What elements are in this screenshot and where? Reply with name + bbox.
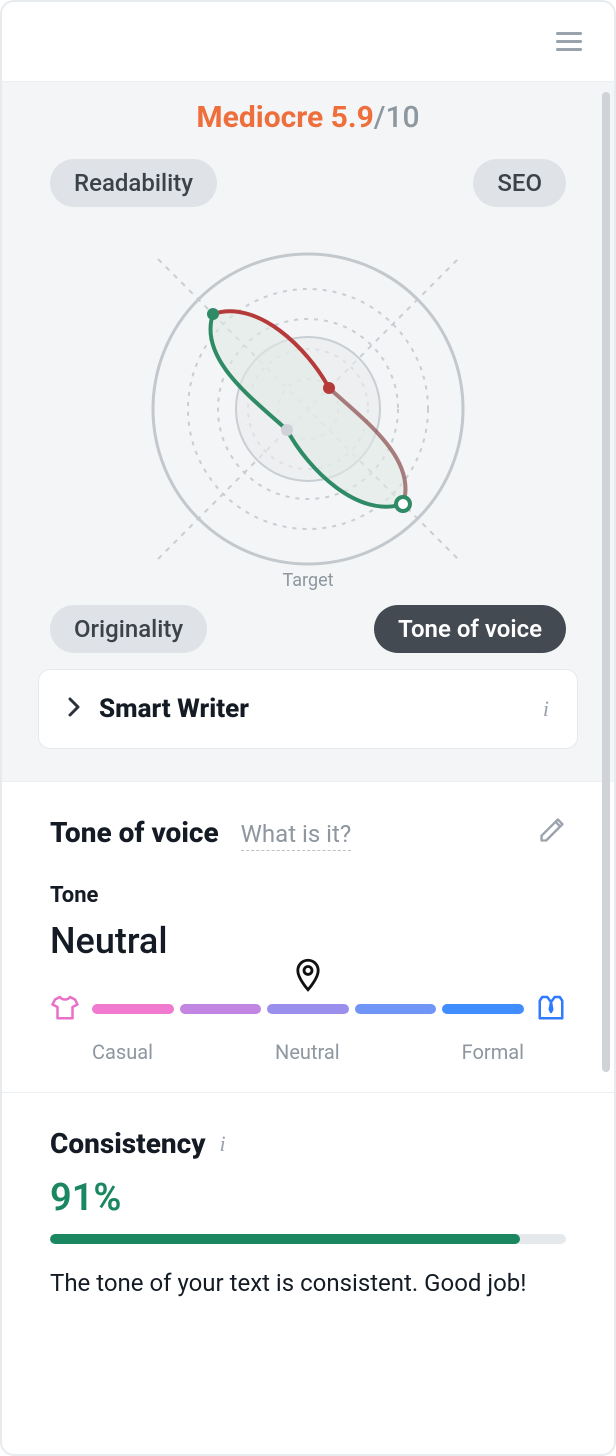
- hamburger-line: [556, 40, 582, 43]
- tone-value: Neutral: [50, 920, 566, 962]
- tshirt-icon: [50, 992, 80, 1026]
- hamburger-line: [556, 32, 582, 35]
- scrollbar[interactable]: [602, 92, 610, 1072]
- radar-target-label: Target: [282, 570, 333, 591]
- consistency-percent: 91%: [50, 1176, 566, 1220]
- tab-readability[interactable]: Readability: [50, 159, 217, 207]
- chevron-right-icon: [67, 697, 81, 722]
- info-icon[interactable]: i: [220, 1131, 226, 1157]
- formal-shirt-icon: [536, 992, 566, 1026]
- radar-chart: [128, 229, 488, 589]
- consistency-message: The tone of your text is consistent. Goo…: [50, 1266, 566, 1301]
- edit-icon[interactable]: [538, 816, 566, 848]
- score-word: Mediocre: [196, 100, 323, 135]
- hamburger-line: [556, 48, 582, 51]
- tone-scale-label-formal: Formal: [462, 1040, 524, 1064]
- section-title-tone: Tone of voice: [50, 816, 219, 849]
- consistency-bar-fill: [50, 1234, 520, 1244]
- what-is-it-link[interactable]: What is it?: [241, 820, 352, 851]
- section-title-consistency: Consistency: [50, 1127, 206, 1160]
- tab-tone-of-voice[interactable]: Tone of voice: [374, 605, 566, 653]
- info-icon[interactable]: i: [543, 696, 549, 722]
- tab-originality[interactable]: Originality: [50, 605, 207, 653]
- score-out-of: /10: [374, 100, 420, 135]
- tone-slider[interactable]: Casual Neutral Formal: [50, 992, 566, 1064]
- tone-scale-track: [92, 1004, 524, 1014]
- map-pin-icon: [294, 958, 322, 996]
- tone-sub-label: Tone: [50, 883, 566, 908]
- score-value: 5.9: [331, 100, 374, 135]
- tone-scale-label-casual: Casual: [92, 1040, 153, 1064]
- consistency-bar: [50, 1234, 566, 1244]
- tone-scale-label-neutral: Neutral: [275, 1040, 340, 1064]
- overall-score: Mediocre 5.9/10: [2, 100, 614, 135]
- smart-writer-title: Smart Writer: [99, 694, 525, 724]
- tab-seo[interactable]: SEO: [473, 159, 566, 207]
- smart-writer-card[interactable]: Smart Writer i: [38, 669, 578, 749]
- menu-button[interactable]: [552, 26, 586, 57]
